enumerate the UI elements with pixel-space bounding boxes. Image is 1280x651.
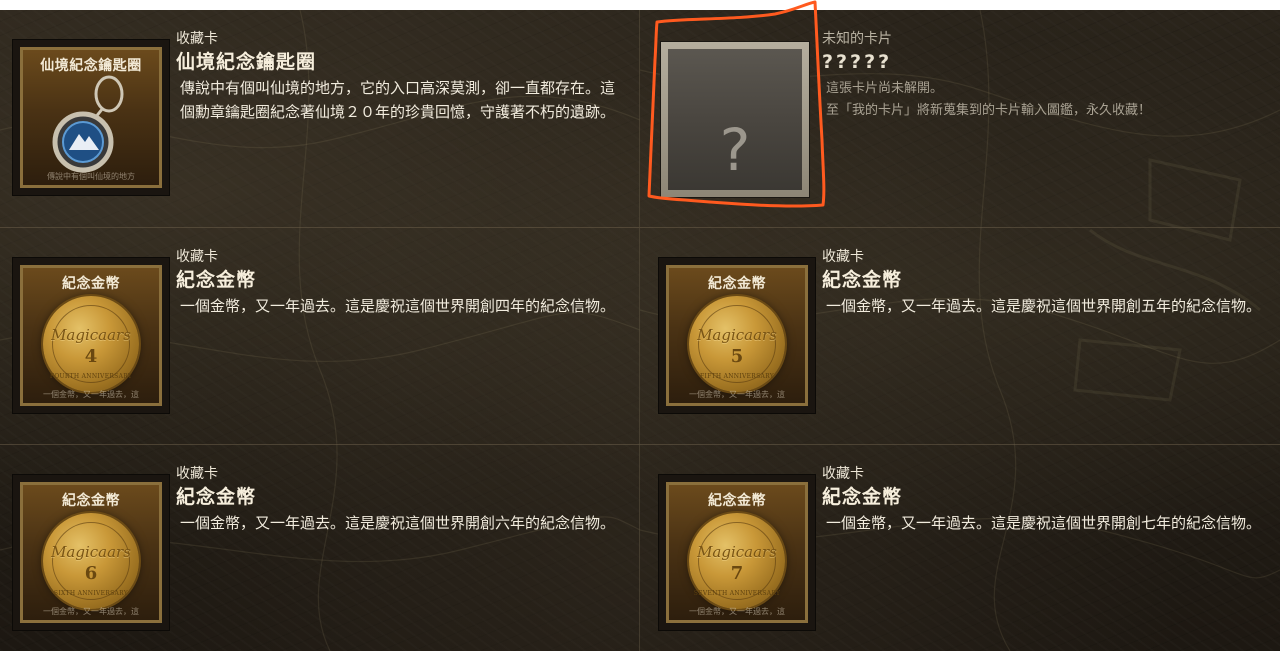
unknown-card-face: ? (668, 49, 802, 190)
card-description-line: 這張卡片尚未解開。 (826, 81, 944, 96)
card-category: 收藏卡 (176, 249, 218, 265)
card-category: 收藏卡 (822, 249, 864, 265)
card-footer: 一個金幣，又一年過去，這 (43, 390, 139, 399)
card-category: 收藏卡 (176, 466, 218, 482)
card-footer: 一個金幣，又一年過去，這 (43, 607, 139, 616)
coin-ring-text: SIXTH ANNIVERSARY (53, 589, 129, 597)
card-title: 紀念金幣 (62, 493, 120, 509)
coin-number: 4 (84, 345, 98, 367)
keychain-icon (52, 75, 124, 173)
collection-item-coin-5[interactable]: 紀念金幣 Magicaars 5 FIFTH ANNIVERSARY 一個金幣，… (640, 228, 1280, 445)
card-info: 收藏卡 紀念金幣 一個金幣，又一年過去。這是慶祝這個世界開創六年的紀念信物。 (176, 464, 626, 535)
card-info: 未知的卡片 ????? 這張卡片尚未解開。 至「我的卡片」將新蒐集到的卡片輸入圖… (822, 29, 1272, 122)
card-category: 收藏卡 (176, 31, 218, 47)
card-frame: 仙境紀念鑰匙圈 傳說中有個叫仙境的地方 (20, 47, 162, 188)
coin-rim (698, 521, 776, 600)
card-frame: 紀念金幣 Magicaars 6 SIXTH ANNIVERSARY 一個金幣，… (20, 482, 162, 623)
card-frame: 紀念金幣 Magicaars 5 FIFTH ANNIVERSARY 一個金幣，… (666, 265, 808, 406)
card-thumbnail[interactable]: 紀念金幣 Magicaars 4 FOURTH ANNIVERSARY 一個金幣… (13, 258, 169, 413)
card-title: 紀念金幣 (708, 493, 766, 509)
card-description: 一個金幣，又一年過去。這是慶祝這個世界開創四年的紀念信物。 (180, 297, 616, 315)
gold-coin-icon: Magicaars 7 SEVENTH ANNIVERSARY (689, 512, 785, 609)
card-name: ????? (822, 51, 893, 73)
top-bar (0, 0, 1280, 10)
collection-item-coin-6[interactable]: 紀念金幣 Magicaars 6 SIXTH ANNIVERSARY 一個金幣，… (0, 445, 640, 651)
card-description-line: 至「我的卡片」將新蒐集到的卡片輸入圖鑑，永久收藏！ (826, 103, 1152, 118)
coin-brand: Magicaars (697, 542, 777, 561)
card-description: 傳說中有個叫仙境的地方，它的入口高深莫測，卻一直都存在。這個勳章鑰匙圈紀念著仙境… (180, 79, 616, 121)
card-thumbnail[interactable]: 紀念金幣 Magicaars 7 SEVENTH ANNIVERSARY 一個金… (659, 475, 815, 630)
collection-item-coin-7[interactable]: 紀念金幣 Magicaars 7 SEVENTH ANNIVERSARY 一個金… (640, 445, 1280, 651)
card-name: 仙境紀念鑰匙圈 (176, 51, 317, 73)
card-frame: 紀念金幣 Magicaars 7 SEVENTH ANNIVERSARY 一個金… (666, 482, 808, 623)
collection-item-unknown[interactable]: ? 未知的卡片 ????? 這張卡片尚未解開。 至「我的卡片」將新蒐集到的卡片輸… (640, 10, 1280, 227)
coin-number: 6 (84, 562, 98, 584)
coin-brand: Magicaars (51, 542, 131, 561)
card-thumbnail[interactable]: 紀念金幣 Magicaars 5 FIFTH ANNIVERSARY 一個金幣，… (659, 258, 815, 413)
coin-ring-text: SEVENTH ANNIVERSARY (693, 589, 781, 597)
coin-ring-text: FOURTH ANNIVERSARY (49, 372, 133, 380)
question-mark-icon: ? (719, 116, 751, 184)
card-title: 紀念金幣 (62, 276, 120, 292)
card-frame: 紀念金幣 Magicaars 4 FOURTH ANNIVERSARY 一個金幣… (20, 265, 162, 406)
card-info: 收藏卡 紀念金幣 一個金幣，又一年過去。這是慶祝這個世界開創七年的紀念信物。 (822, 464, 1272, 535)
card-description: 一個金幣，又一年過去。這是慶祝這個世界開創六年的紀念信物。 (180, 514, 616, 532)
card-footer: 一個金幣，又一年過去，這 (689, 390, 785, 399)
card-description: 一個金幣，又一年過去。這是慶祝這個世界開創七年的紀念信物。 (826, 514, 1262, 532)
unknown-card-thumbnail[interactable]: ? (661, 42, 809, 197)
card-footer: 一個金幣，又一年過去，這 (689, 607, 785, 616)
card-description: 一個金幣，又一年過去。這是慶祝這個世界開創五年的紀念信物。 (826, 297, 1262, 315)
coin-number: 7 (730, 562, 744, 584)
gold-coin-icon: Magicaars 5 FIFTH ANNIVERSARY (689, 295, 785, 392)
card-thumbnail[interactable]: 仙境紀念鑰匙圈 傳說中有個叫仙境的地方 (13, 40, 169, 195)
collection-item-coin-4[interactable]: 紀念金幣 Magicaars 4 FOURTH ANNIVERSARY 一個金幣… (0, 228, 640, 445)
card-footer: 傳說中有個叫仙境的地方 (47, 172, 135, 181)
card-info: 收藏卡 紀念金幣 一個金幣，又一年過去。這是慶祝這個世界開創五年的紀念信物。 (822, 247, 1272, 318)
card-collection-page: 仙境紀念鑰匙圈 傳說中有個叫仙境的地方 收藏卡 仙境紀念鑰匙圈 傳說中有個叫仙境… (0, 0, 1280, 651)
card-name: 紀念金幣 (822, 269, 903, 291)
card-info: 收藏卡 仙境紀念鑰匙圈 傳說中有個叫仙境的地方，它的入口高深莫測，卻一直都存在。… (176, 29, 626, 124)
coin-brand: Magicaars (697, 325, 777, 344)
gold-coin-icon: Magicaars 6 SIXTH ANNIVERSARY (43, 512, 139, 609)
coin-rim (52, 304, 130, 383)
coin-number: 5 (730, 345, 744, 367)
card-name: 紀念金幣 (822, 486, 903, 508)
card-description: 這張卡片尚未解開。 至「我的卡片」將新蒐集到的卡片輸入圖鑑，永久收藏！ (826, 78, 1272, 122)
card-category: 收藏卡 (822, 466, 864, 482)
coin-ring-text: FIFTH ANNIVERSARY (699, 372, 775, 380)
card-info: 收藏卡 紀念金幣 一個金幣，又一年過去。這是慶祝這個世界開創四年的紀念信物。 (176, 247, 626, 318)
collection-item-keychain[interactable]: 仙境紀念鑰匙圈 傳說中有個叫仙境的地方 收藏卡 仙境紀念鑰匙圈 傳說中有個叫仙境… (0, 10, 640, 227)
card-name: 紀念金幣 (176, 269, 257, 291)
coin-rim (52, 521, 130, 600)
card-title: 紀念金幣 (708, 276, 766, 292)
card-name: 紀念金幣 (176, 486, 257, 508)
card-category: 未知的卡片 (822, 31, 892, 47)
coin-brand: Magicaars (51, 325, 131, 344)
coin-rim (698, 304, 776, 383)
card-thumbnail[interactable]: 紀念金幣 Magicaars 6 SIXTH ANNIVERSARY 一個金幣，… (13, 475, 169, 630)
gold-coin-icon: Magicaars 4 FOURTH ANNIVERSARY (43, 295, 139, 392)
